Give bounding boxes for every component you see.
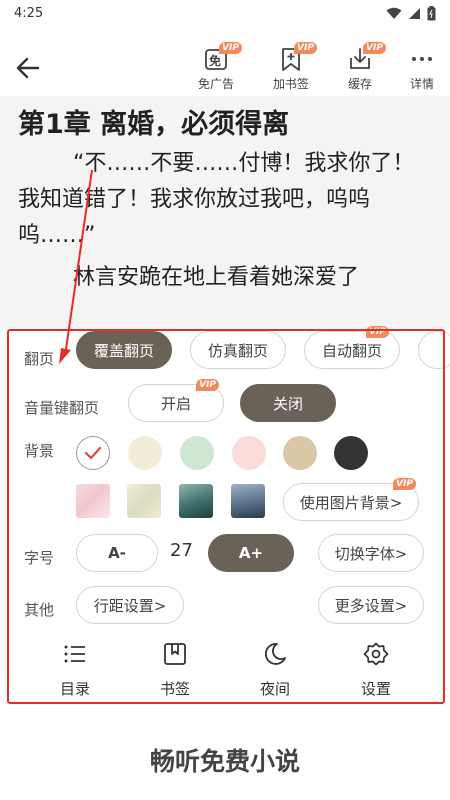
nav-catalog-label: 目录 bbox=[59, 680, 90, 698]
reader-toolbar: 免 VIP 免广告 VIP 加书签 VIP 缓存 详情 bbox=[0, 40, 450, 96]
nav-settings[interactable]: 设置 bbox=[346, 640, 406, 699]
font-size-label: 字号 bbox=[24, 549, 55, 567]
moon-icon bbox=[265, 643, 286, 665]
promo-text: 畅听免费小说 bbox=[149, 747, 300, 776]
bg-image-paper[interactable] bbox=[127, 484, 161, 518]
bg-image-blossom[interactable] bbox=[76, 484, 110, 518]
volume-key-off-button[interactable]: 关闭 bbox=[240, 384, 336, 422]
font-decrease-button[interactable]: A- bbox=[76, 534, 158, 572]
bookmark-icon bbox=[164, 643, 186, 665]
chapter-title: 第1章 离婚，必须得离 bbox=[18, 109, 290, 140]
ad-free-icon-text: 免 bbox=[209, 54, 222, 68]
more-settings-button[interactable]: 更多设置> bbox=[318, 586, 424, 624]
vip-badge: VIP bbox=[294, 42, 317, 54]
font-increase-button[interactable]: A+ bbox=[208, 534, 294, 572]
bg-color-tan[interactable] bbox=[283, 436, 317, 470]
vip-badge: VIP bbox=[363, 42, 386, 54]
auto-page-turn-button[interactable]: 自动翻页 VIP bbox=[304, 326, 400, 369]
more-dots-icon bbox=[412, 57, 432, 61]
background-label: 背景 bbox=[24, 442, 55, 460]
details-button[interactable]: 详情 bbox=[394, 46, 450, 96]
wifi-icon bbox=[386, 7, 402, 19]
checkmark-icon bbox=[84, 446, 101, 459]
bg-image-mountain[interactable] bbox=[231, 484, 265, 518]
font-size-value: 27 bbox=[170, 540, 193, 561]
use-image-background-button[interactable]: 使用图片背景> VIP bbox=[283, 478, 419, 521]
vip-badge: VIP bbox=[196, 379, 219, 391]
details-label: 详情 bbox=[409, 77, 434, 91]
bg-color-cream[interactable] bbox=[128, 436, 162, 470]
volume-key-on-label: 开启 bbox=[160, 394, 191, 413]
ad-free-button[interactable]: 免 VIP 免广告 bbox=[188, 42, 244, 96]
status-time: 4:25 bbox=[14, 5, 44, 21]
list-icon bbox=[64, 645, 85, 663]
ad-free-label: 免广告 bbox=[197, 77, 234, 91]
cover-page-turn-button[interactable]: 覆盖翻页 bbox=[76, 331, 172, 369]
paragraph: 林言安跪在地上看着她深爱了 bbox=[73, 265, 360, 290]
nav-night-label: 夜间 bbox=[259, 680, 290, 698]
auto-page-turn-label: 自动翻页 bbox=[321, 341, 382, 360]
battery-icon bbox=[427, 5, 436, 20]
bg-color-white[interactable] bbox=[76, 436, 110, 470]
nav-catalog[interactable]: 目录 bbox=[45, 640, 105, 699]
vip-badge: VIP bbox=[366, 326, 389, 338]
bg-color-green[interactable] bbox=[180, 436, 214, 470]
nav-bookmark[interactable]: 书签 bbox=[145, 640, 205, 699]
reading-area[interactable]: 第1章 离婚，必须得离 “不……不要……付博！我求你了！我知道错了！我求你放过我… bbox=[0, 96, 450, 328]
bg-color-dark[interactable] bbox=[334, 436, 368, 470]
other-label: 其他 bbox=[24, 601, 55, 619]
back-button[interactable] bbox=[14, 54, 42, 82]
nav-settings-label: 设置 bbox=[360, 680, 391, 698]
volume-key-on-button[interactable]: 开启 VIP bbox=[128, 379, 224, 422]
add-bookmark-button[interactable]: VIP 加书签 bbox=[263, 42, 319, 96]
switch-font-button[interactable]: 切换字体> bbox=[318, 534, 424, 572]
use-image-background-label: 使用图片背景> bbox=[299, 493, 403, 512]
volume-key-label: 音量键翻页 bbox=[24, 399, 100, 417]
nav-bookmark-label: 书签 bbox=[159, 680, 190, 698]
line-spacing-button[interactable]: 行距设置> bbox=[76, 586, 184, 624]
paragraph: “不……不要……付博！我求你了！我知道错了！我求你放过我吧，呜呜呜……” bbox=[18, 151, 415, 248]
vip-badge: VIP bbox=[219, 42, 242, 54]
gear-icon bbox=[363, 642, 389, 666]
page-turn-more-pill[interactable] bbox=[418, 331, 450, 369]
bg-color-pink[interactable] bbox=[232, 436, 266, 470]
cache-button[interactable]: VIP 缓存 bbox=[332, 42, 388, 96]
add-bookmark-label: 加书签 bbox=[272, 77, 309, 91]
simulate-page-turn-button[interactable]: 仿真翻页 bbox=[190, 331, 286, 369]
vip-badge: VIP bbox=[393, 478, 416, 490]
status-bar: 4:25 bbox=[0, 0, 450, 26]
cache-label: 缓存 bbox=[347, 77, 372, 91]
bg-image-forest[interactable] bbox=[179, 484, 213, 518]
back-arrow-icon bbox=[16, 57, 40, 79]
page-turn-label: 翻页 bbox=[24, 350, 55, 368]
signal-icon bbox=[409, 7, 420, 19]
nav-night-mode[interactable]: 夜间 bbox=[245, 640, 305, 699]
